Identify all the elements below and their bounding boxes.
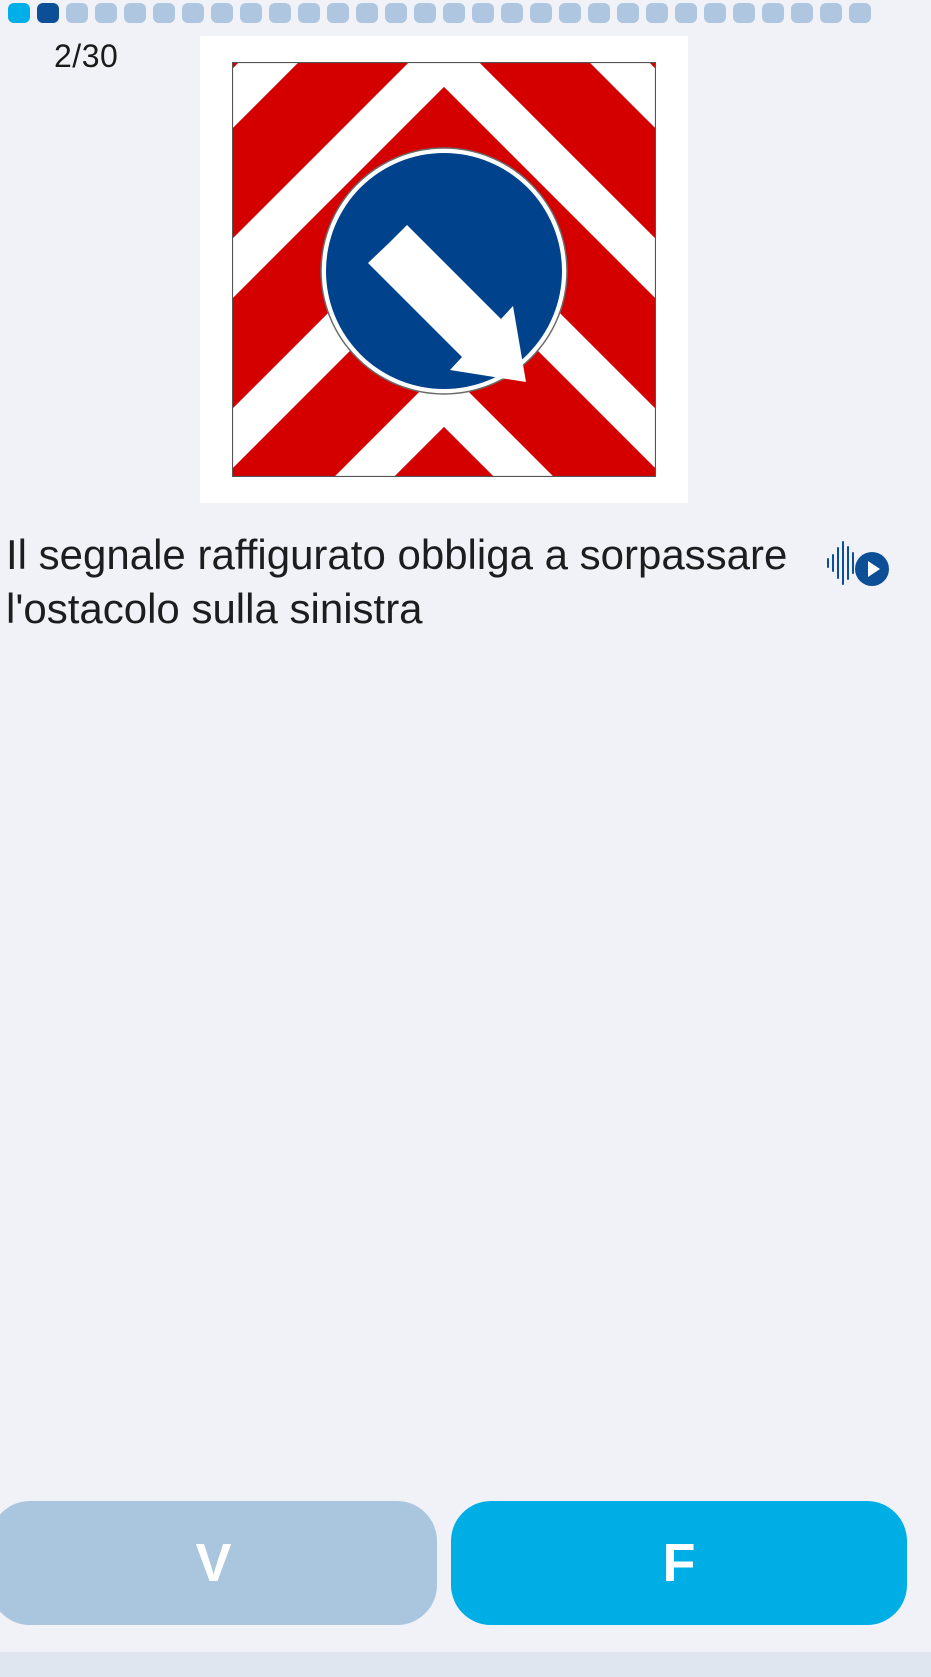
keep-right-sign-disc (320, 147, 568, 395)
question-counter: 2/30 (54, 38, 119, 74)
progress-dot-29[interactable] (820, 3, 842, 23)
answer-true-button[interactable]: V (0, 1501, 437, 1625)
progress-dot-7[interactable] (182, 3, 204, 23)
answer-false-button[interactable]: F (451, 1501, 907, 1625)
progress-dot-3[interactable] (66, 3, 88, 23)
progress-dot-20[interactable] (559, 3, 581, 23)
progress-dot-11[interactable] (298, 3, 320, 23)
progress-dot-16[interactable] (443, 3, 465, 23)
audio-play-icon (827, 541, 889, 586)
progress-dot-23[interactable] (646, 3, 668, 23)
progress-dot-21[interactable] (588, 3, 610, 23)
progress-dot-9[interactable] (240, 3, 262, 23)
question-image-card (200, 36, 688, 503)
progress-dot-10[interactable] (269, 3, 291, 23)
progress-dot-26[interactable] (733, 3, 755, 23)
progress-dot-22[interactable] (617, 3, 639, 23)
progress-dot-14[interactable] (385, 3, 407, 23)
progress-dot-28[interactable] (791, 3, 813, 23)
progress-dot-8[interactable] (211, 3, 233, 23)
bottom-bar (0, 1652, 931, 1677)
progress-dot-24[interactable] (675, 3, 697, 23)
audio-play-button[interactable] (824, 536, 892, 590)
progress-dot-5[interactable] (124, 3, 146, 23)
progress-dot-4[interactable] (95, 3, 117, 23)
progress-dot-27[interactable] (762, 3, 784, 23)
progress-dot-6[interactable] (153, 3, 175, 23)
progress-dot-2[interactable] (37, 3, 59, 23)
progress-dot-30[interactable] (849, 3, 871, 23)
progress-dot-15[interactable] (414, 3, 436, 23)
progress-dot-12[interactable] (327, 3, 349, 23)
progress-indicator (8, 3, 871, 23)
progress-dot-19[interactable] (530, 3, 552, 23)
progress-dot-25[interactable] (704, 3, 726, 23)
progress-dot-13[interactable] (356, 3, 378, 23)
progress-dot-18[interactable] (501, 3, 523, 23)
question-text: Il segnale raffigurato obbliga a sorpass… (6, 531, 788, 632)
progress-dot-17[interactable] (472, 3, 494, 23)
progress-dot-1[interactable] (8, 3, 30, 23)
traffic-sign-image (232, 62, 656, 477)
